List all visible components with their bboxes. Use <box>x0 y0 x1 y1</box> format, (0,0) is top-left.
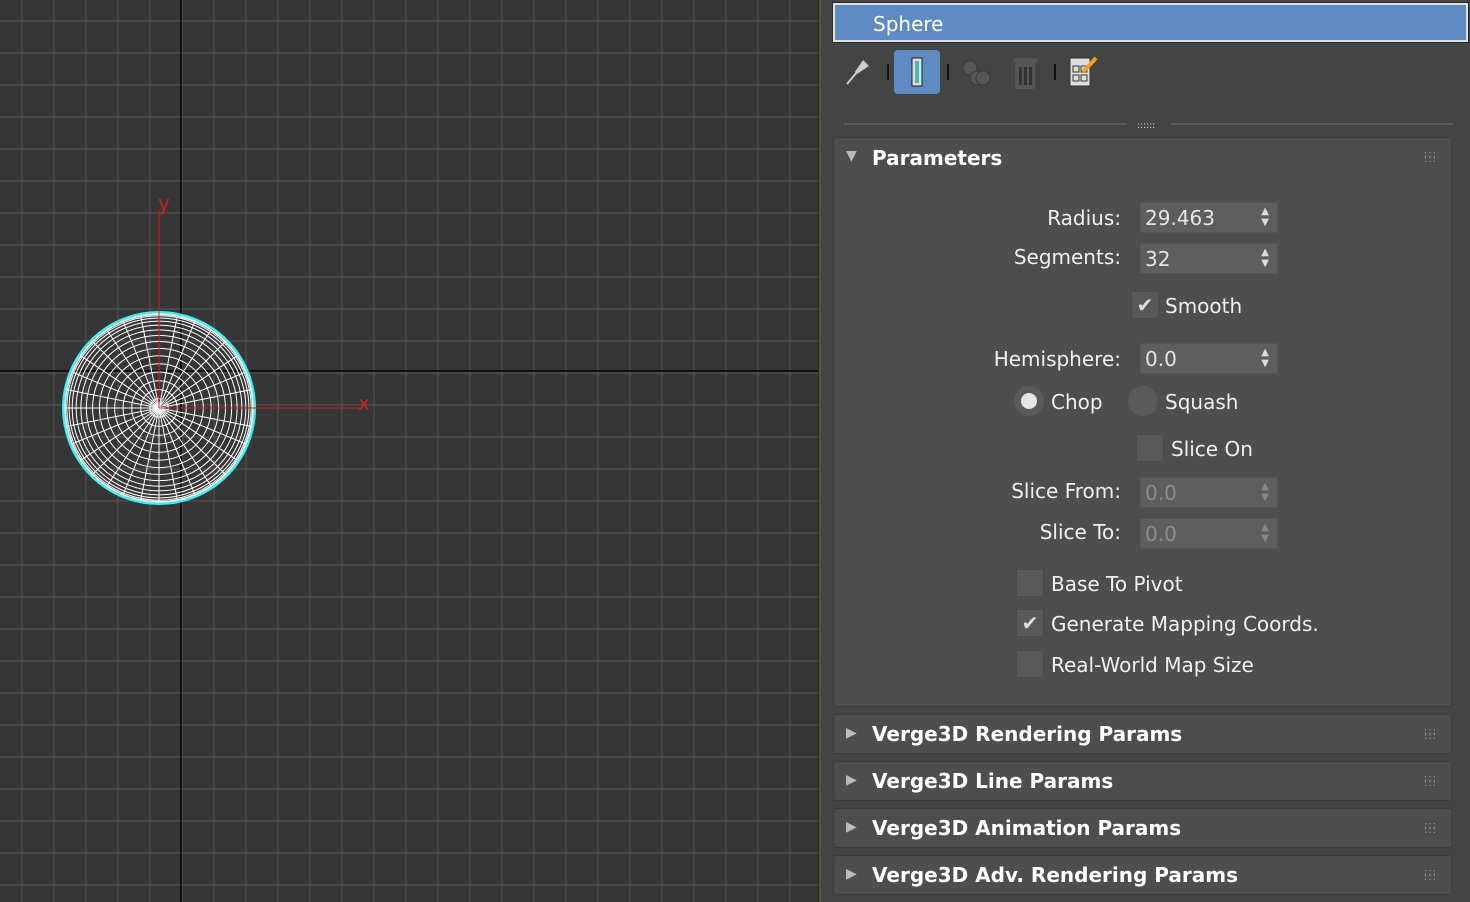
radius-spinner[interactable]: 29.463 ▲ ▼ <box>1140 202 1278 233</box>
rollout-verge3d-adv-rendering[interactable]: ▶ Verge3D Adv. Rendering Params:::::: <box>833 855 1452 895</box>
show-end-result-button[interactable] <box>894 50 940 94</box>
pin-stack-button[interactable] <box>843 50 873 94</box>
gizmo-x-label: x <box>358 391 370 415</box>
expand-triangle-icon[interactable]: ▶ <box>846 772 857 788</box>
generate-mapping-checkbox[interactable]: ✔ <box>1016 609 1044 637</box>
collapse-triangle-icon[interactable]: ▼ <box>846 148 857 164</box>
real-world-map-size-checkbox[interactable] <box>1016 650 1044 678</box>
make-unique-icon <box>962 60 991 86</box>
modify-panel: Sphere :::::: ▼ Parameters :::::: Radius… <box>821 0 1470 902</box>
gizmo-y-label: y <box>158 191 170 215</box>
chop-radio[interactable] <box>1014 386 1044 416</box>
segments-label: Segments: <box>1013 245 1121 269</box>
hemisphere-spinner[interactable]: 0.0 ▲ ▼ <box>1140 343 1278 374</box>
gizmo-z-label: z <box>160 396 167 411</box>
spinner-arrows-icon[interactable]: ▲ ▼ <box>1261 522 1269 544</box>
squash-radio[interactable] <box>1128 386 1158 416</box>
spinner-arrows-icon[interactable]: ▲ ▼ <box>1261 206 1269 228</box>
remove-modifier-button[interactable] <box>1007 50 1043 94</box>
sphere-longitude-line <box>92 407 160 475</box>
panel-resize-grip[interactable]: :::::: <box>1137 121 1155 131</box>
parameters-rollout: ▼ Parameters :::::: Radius: 29.463 ▲ ▼ Seg… <box>833 137 1452 707</box>
sphere-longitude-line <box>158 341 226 409</box>
slice-to-spinner[interactable]: 0.0 ▲ ▼ <box>1140 518 1278 549</box>
configure-modifier-sets-icon <box>1069 56 1098 87</box>
rollout-title[interactable]: Parameters <box>872 146 1002 170</box>
drag-grip-icon[interactable]: :::::: <box>1424 821 1437 836</box>
hemisphere-label: Hemisphere: <box>993 347 1121 371</box>
radius-label: Radius: <box>1047 206 1121 230</box>
trash-icon <box>1013 58 1037 89</box>
rollout-verge3d-animation[interactable]: ▶ Verge3D Animation Params:::::: <box>833 808 1452 848</box>
spinner-arrows-icon[interactable]: ▲ ▼ <box>1261 481 1269 503</box>
sphere-longitude-line <box>92 341 160 409</box>
configure-modifier-sets-button[interactable] <box>1066 50 1102 94</box>
drag-grip-icon[interactable]: :::::: <box>1424 868 1437 883</box>
object-name-field[interactable]: Sphere <box>832 2 1469 43</box>
slice-on-checkbox[interactable] <box>1136 434 1164 462</box>
sphere-longitude-line <box>158 407 226 475</box>
make-unique-button[interactable] <box>959 50 995 94</box>
rollout-verge3d-rendering[interactable]: ▶ Verge3D Rendering Params:::::: <box>833 714 1452 754</box>
slice-from-spinner[interactable]: 0.0 ▲ ▼ <box>1140 477 1278 508</box>
expand-triangle-icon[interactable]: ▶ <box>846 725 857 741</box>
show-end-result-icon <box>911 57 923 87</box>
spinner-arrows-icon[interactable]: ▲ ▼ <box>1261 347 1269 369</box>
drag-grip-icon[interactable]: :::::: <box>1424 774 1437 789</box>
drag-grip-icon[interactable]: :::::: <box>1424 150 1437 165</box>
expand-triangle-icon[interactable]: ▶ <box>846 819 857 835</box>
pin-stack-icon <box>846 60 869 85</box>
rollout-verge3d-line[interactable]: ▶ Verge3D Line Params:::::: <box>833 761 1452 801</box>
spinner-arrows-icon[interactable]: ▲ ▼ <box>1261 247 1269 269</box>
slice-from-label: Slice From: <box>1011 479 1121 503</box>
segments-spinner[interactable]: 32 ▲ ▼ <box>1140 243 1278 274</box>
viewport-canvas[interactable]: y x z <box>0 0 818 902</box>
slice-to-label: Slice To: <box>1039 520 1121 544</box>
smooth-checkbox[interactable]: ✔ <box>1131 291 1159 319</box>
base-to-pivot-checkbox[interactable] <box>1016 569 1044 597</box>
top-viewport[interactable]: y x z <box>0 0 818 902</box>
drag-grip-icon[interactable]: :::::: <box>1424 727 1437 742</box>
expand-triangle-icon[interactable]: ▶ <box>846 866 857 882</box>
